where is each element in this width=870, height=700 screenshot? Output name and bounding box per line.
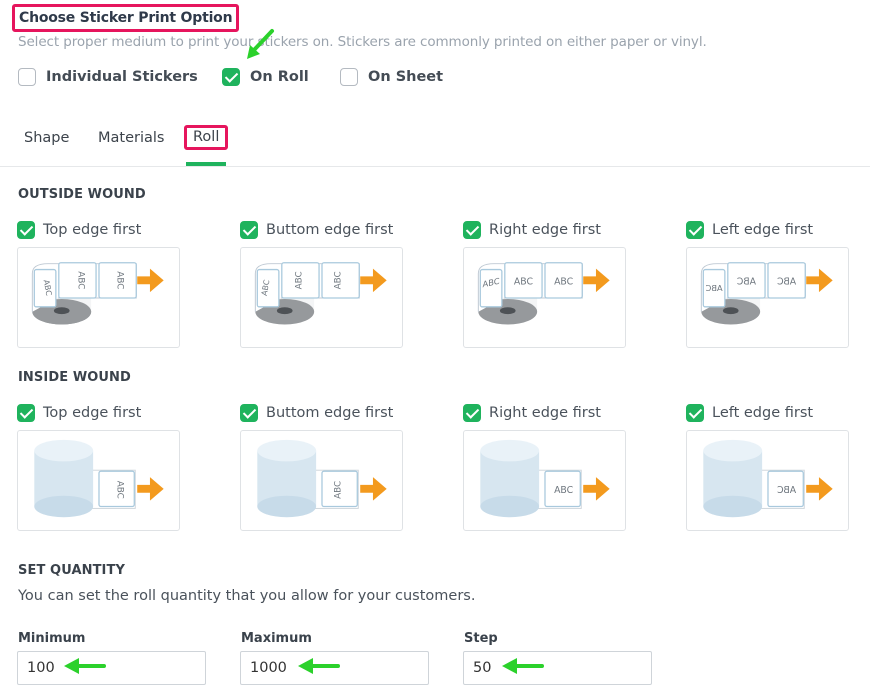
- inside-right-edge-option[interactable]: Right edge first: [463, 404, 601, 422]
- tab-shape[interactable]: Shape: [24, 130, 69, 146]
- checkbox-inside-left-edge[interactable]: [686, 404, 704, 422]
- outside-wound-title: OUTSIDE WOUND: [18, 187, 146, 202]
- tab-bar: Shape Materials Roll: [0, 124, 870, 167]
- checkbox-on-sheet[interactable]: [340, 68, 358, 86]
- option-label: Top edge first: [43, 405, 142, 421]
- checkbox-inside-top-edge[interactable]: [17, 404, 35, 422]
- svg-text:ABC: ABC: [554, 485, 573, 496]
- page-title: Choose Sticker Print Option: [19, 10, 233, 26]
- roll-inside-left-icon: ABC: [703, 439, 833, 518]
- inside-right-edge-card[interactable]: ABC: [463, 430, 626, 531]
- tab-roll[interactable]: Roll: [184, 125, 229, 150]
- option-label: On Roll: [250, 69, 309, 85]
- svg-text:ABC: ABC: [777, 276, 796, 287]
- minimum-input[interactable]: [17, 651, 206, 685]
- roll-outside-top-icon: ABC ABC ABC: [31, 262, 164, 325]
- checkbox-inside-bottom-edge[interactable]: [240, 404, 258, 422]
- svg-text:ABC: ABC: [334, 271, 344, 289]
- option-label: Left edge first: [712, 405, 814, 421]
- outside-top-edge-card[interactable]: ABC ABC ABC: [17, 247, 180, 348]
- title-highlight: Choose Sticker Print Option: [12, 4, 240, 32]
- option-individual-stickers[interactable]: Individual Stickers: [18, 68, 198, 86]
- roll-inside-bottom-icon: ABC: [257, 439, 387, 518]
- step-label: Step: [464, 631, 498, 646]
- option-label: Top edge first: [43, 222, 142, 238]
- set-quantity-title: SET QUANTITY: [18, 563, 125, 578]
- outside-right-edge-card[interactable]: ABC ABC ABC: [463, 247, 626, 348]
- svg-text:ABC: ABC: [737, 276, 756, 287]
- option-label: Buttom edge first: [266, 405, 394, 421]
- annotation-arrow-icon: [64, 658, 106, 674]
- annotation-arrow-icon: [298, 658, 340, 674]
- maximum-label: Maximum: [241, 631, 312, 646]
- inside-bottom-edge-option[interactable]: Buttom edge first: [240, 404, 393, 422]
- option-label: Buttom edge first: [266, 222, 394, 238]
- roll-outside-bottom-icon: ABC ABC ABC: [254, 262, 387, 325]
- inside-bottom-edge-card[interactable]: ABC: [240, 430, 403, 531]
- option-label: Right edge first: [489, 405, 601, 421]
- svg-text:ABC: ABC: [705, 283, 722, 293]
- svg-text:ABC: ABC: [514, 276, 533, 287]
- option-label: Right edge first: [489, 222, 601, 238]
- outside-left-edge-card[interactable]: ABC ABC ABC: [686, 247, 849, 348]
- outside-top-edge-option[interactable]: Top edge first: [17, 221, 141, 239]
- checkbox-outside-bottom-edge[interactable]: [240, 221, 258, 239]
- set-quantity-description: You can set the roll quantity that you a…: [18, 588, 476, 604]
- tab-materials[interactable]: Materials: [98, 130, 164, 146]
- checkbox-inside-right-edge[interactable]: [463, 404, 481, 422]
- option-on-sheet[interactable]: On Sheet: [340, 68, 443, 86]
- outside-left-edge-option[interactable]: Left edge first: [686, 221, 813, 239]
- inside-wound-title: INSIDE WOUND: [18, 370, 131, 385]
- step-input[interactable]: [463, 651, 652, 685]
- roll-inside-right-icon: ABC: [480, 439, 610, 518]
- active-tab-indicator: [186, 162, 226, 166]
- inside-left-edge-option[interactable]: Left edge first: [686, 404, 813, 422]
- option-on-roll[interactable]: On Roll: [222, 68, 309, 86]
- svg-text:ABC: ABC: [115, 271, 125, 289]
- outside-bottom-edge-card[interactable]: ABC ABC ABC: [240, 247, 403, 348]
- outside-bottom-edge-option[interactable]: Buttom edge first: [240, 221, 393, 239]
- svg-text:ABC: ABC: [294, 271, 304, 289]
- checkbox-on-roll[interactable]: [222, 68, 240, 86]
- svg-text:ABC: ABC: [777, 485, 796, 496]
- inside-left-edge-card[interactable]: ABC: [686, 430, 849, 531]
- checkbox-outside-left-edge[interactable]: [686, 221, 704, 239]
- checkbox-individual-stickers[interactable]: [18, 68, 36, 86]
- svg-text:ABC: ABC: [554, 276, 573, 287]
- roll-outside-right-icon: ABC ABC ABC: [477, 262, 610, 325]
- checkbox-outside-top-edge[interactable]: [17, 221, 35, 239]
- page-subtitle: Select proper medium to print your stick…: [18, 34, 707, 50]
- outside-right-edge-option[interactable]: Right edge first: [463, 221, 601, 239]
- svg-text:ABC: ABC: [75, 271, 85, 289]
- minimum-label: Minimum: [18, 631, 86, 646]
- annotation-arrow-icon: [247, 29, 274, 59]
- option-label: Individual Stickers: [46, 69, 198, 85]
- inside-top-edge-option[interactable]: Top edge first: [17, 404, 141, 422]
- svg-text:ABC: ABC: [115, 481, 125, 499]
- roll-outside-left-icon: ABC ABC ABC: [700, 262, 833, 325]
- inside-top-edge-card[interactable]: ABC: [17, 430, 180, 531]
- option-label: On Sheet: [368, 69, 444, 85]
- roll-inside-top-icon: ABC: [34, 439, 164, 518]
- checkbox-outside-right-edge[interactable]: [463, 221, 481, 239]
- option-label: Left edge first: [712, 222, 814, 238]
- annotation-arrow-icon: [502, 658, 544, 674]
- svg-text:ABC: ABC: [334, 481, 344, 499]
